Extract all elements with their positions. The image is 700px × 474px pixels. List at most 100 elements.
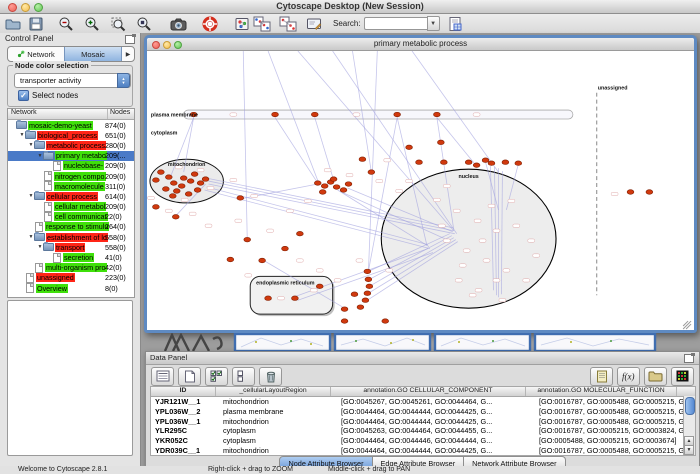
help-ring-icon[interactable]	[201, 15, 219, 32]
float-data-panel-icon[interactable]	[684, 354, 694, 363]
tree-item-label[interactable]: cell communicat	[54, 212, 108, 221]
network-view-window[interactable]: primary metabolic process	[144, 35, 697, 333]
unselect-all-attributes-icon[interactable]	[232, 367, 255, 386]
network-node[interactable]	[311, 112, 318, 117]
network-node[interactable]	[197, 181, 204, 186]
zoom-in-icon[interactable]	[83, 15, 101, 32]
tree-item-label[interactable]: response to stimulu	[45, 222, 109, 231]
select-attributes-icon[interactable]	[151, 367, 174, 386]
select-nodes-checkbox[interactable]: ✓	[18, 90, 29, 101]
network-node[interactable]	[162, 187, 169, 192]
tree-item-label[interactable]: cellular metabol	[54, 202, 106, 211]
tabs-overflow-arrow-icon[interactable]: ▶	[122, 47, 134, 61]
fit-content-icon[interactable]	[135, 15, 153, 32]
network-node[interactable]	[359, 157, 366, 162]
tree-col-network[interactable]: Network	[8, 109, 108, 119]
scrollbar-thumb[interactable]	[685, 397, 695, 415]
network-node[interactable]	[482, 158, 489, 163]
network-node[interactable]	[382, 319, 389, 324]
network-node[interactable]	[627, 190, 634, 195]
network-node[interactable]	[316, 284, 323, 289]
tab-network[interactable]: Network	[8, 47, 64, 61]
network-node[interactable]	[515, 161, 522, 166]
float-panel-icon[interactable]	[125, 35, 135, 44]
tree-row[interactable]: ▼establishment of lo558(0)	[8, 232, 134, 242]
function-builder-icon[interactable]: f(x)	[617, 367, 640, 386]
tree-row[interactable]: ▼transport558(0)	[8, 242, 134, 252]
tree-row[interactable]: response to stimulu264(0)	[8, 222, 134, 232]
network-node[interactable]	[434, 112, 441, 117]
tree-row[interactable]: unassigned223(0)	[8, 273, 134, 283]
save-session-icon[interactable]	[27, 15, 45, 32]
network-node[interactable]	[440, 160, 447, 165]
network-node[interactable]	[341, 319, 348, 324]
tree-row[interactable]: cellular metabol209(0)	[8, 202, 134, 212]
compare-networks-icon[interactable]	[279, 15, 297, 32]
tree-item-label[interactable]: macromolecule	[54, 182, 105, 191]
tree-row[interactable]: cell communicat22(0)	[8, 212, 134, 222]
tree-item-label[interactable]: multi-organism pro	[45, 263, 107, 272]
network-node[interactable]	[153, 205, 160, 210]
network-node[interactable]	[178, 184, 185, 189]
zoom-out-icon[interactable]	[57, 15, 75, 32]
network-node[interactable]	[194, 188, 201, 193]
network-node[interactable]	[330, 177, 337, 182]
tree-row[interactable]: ▼metabolic process280(0)	[8, 140, 134, 150]
network-node[interactable]	[488, 161, 495, 166]
network-node[interactable]	[265, 296, 272, 301]
tree-item-label[interactable]: nitrogen compo	[54, 172, 106, 181]
search-options-icon[interactable]	[446, 15, 464, 32]
network-node[interactable]	[646, 190, 653, 195]
network-node[interactable]	[351, 292, 358, 297]
import-attributes-icon[interactable]	[590, 367, 613, 386]
tree-item-label[interactable]: nucleobase-	[63, 161, 104, 170]
tree-row[interactable]: ▼biological_process651(0)	[8, 130, 134, 140]
select-all-attributes-icon[interactable]	[205, 367, 228, 386]
background-network-windows[interactable]	[235, 334, 655, 351]
network-node[interactable]	[169, 194, 176, 199]
tree-row[interactable]: secretion41(0)	[8, 252, 134, 262]
network-node[interactable]	[227, 257, 234, 262]
network-node[interactable]	[202, 177, 209, 182]
search-dropdown-icon[interactable]: ▼	[427, 16, 440, 31]
column-header[interactable]: _cellularLayoutRegion	[216, 387, 331, 396]
node-color-attribute-select[interactable]: transporter activity ▲▼	[14, 73, 131, 88]
table-row[interactable]: YKR052Ccytoplasm[GO:0044464, GO:0044446,…	[151, 436, 695, 446]
tree-item-label[interactable]: mosaic-demo-yeast	[28, 121, 93, 130]
tab-mosaic[interactable]: Mosaic	[64, 47, 122, 61]
network-node[interactable]	[357, 305, 364, 310]
delete-attribute-icon[interactable]	[259, 367, 282, 386]
network-node[interactable]	[368, 170, 375, 175]
search-input[interactable]	[364, 17, 427, 30]
network-node[interactable]	[473, 163, 480, 168]
network-node[interactable]	[314, 181, 321, 186]
matrix-browser-icon[interactable]	[671, 367, 694, 386]
network-node[interactable]	[321, 184, 328, 189]
table-row[interactable]: YLR295Ccytoplasm[GO:0045263, GO:0044464,…	[151, 426, 695, 436]
network-node[interactable]	[465, 160, 472, 165]
tree-row[interactable]: nitrogen compo209(0)	[8, 171, 134, 181]
network-node[interactable]	[173, 189, 180, 194]
tree-row[interactable]: multi-organism pro42(0)	[8, 263, 134, 273]
table-row[interactable]: YPL036W__2plasma membrane[GO:0044464, GO…	[151, 407, 695, 417]
open-file-icon[interactable]	[4, 15, 22, 32]
network-node[interactable]	[364, 291, 371, 296]
network-node[interactable]	[502, 160, 509, 165]
show-graphics-details-icon[interactable]	[233, 15, 251, 32]
network-node[interactable]	[272, 112, 279, 117]
network-node[interactable]	[244, 237, 251, 242]
zoom-selected-region-icon[interactable]	[109, 15, 127, 32]
network-node[interactable]	[165, 175, 172, 180]
network-window-titlebar[interactable]: primary metabolic process	[147, 38, 694, 51]
network-node[interactable]	[394, 112, 401, 117]
network-node[interactable]	[180, 176, 187, 181]
tree-item-label[interactable]: metabolic process	[46, 141, 106, 150]
network-node[interactable]	[187, 179, 194, 184]
open-attribute-file-icon[interactable]	[644, 367, 667, 386]
network-node[interactable]	[364, 269, 371, 274]
network-node[interactable]	[170, 181, 177, 186]
column-header[interactable]: annotation.GO MOLECULAR_FUNCTION	[526, 387, 677, 396]
tree-item-label[interactable]: establishment of lo	[46, 233, 108, 242]
take-snapshot-icon[interactable]	[169, 15, 187, 32]
network-node[interactable]	[362, 298, 369, 303]
